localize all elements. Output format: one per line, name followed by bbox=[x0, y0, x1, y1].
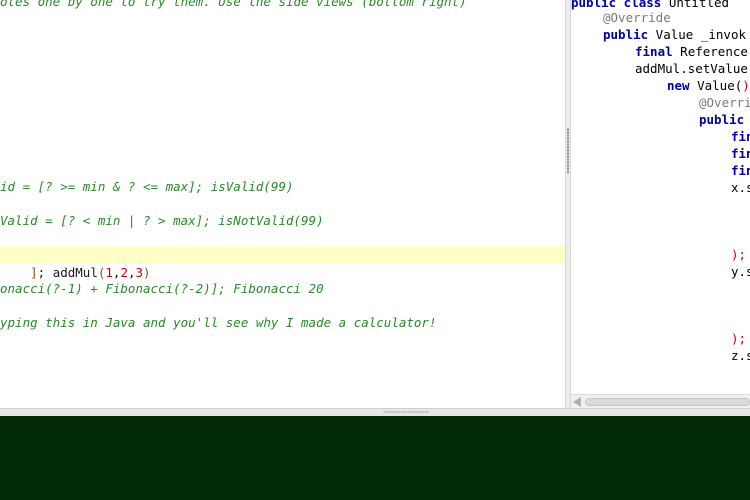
number-token: 2 bbox=[120, 265, 128, 280]
number-token: 3 bbox=[135, 265, 144, 280]
code-line: final Reference bbox=[635, 44, 748, 59]
scroll-left-arrow-icon[interactable] bbox=[573, 397, 581, 407]
code-line: @Override bbox=[603, 10, 671, 25]
code-line: fin bbox=[731, 163, 750, 178]
code-line: @Overri bbox=[699, 95, 750, 110]
splitter-grip-icon[interactable] bbox=[383, 411, 429, 413]
number-token: 1 bbox=[105, 265, 113, 280]
horizontal-splitter[interactable] bbox=[0, 408, 750, 416]
horizontal-scrollbar[interactable] bbox=[571, 394, 750, 408]
output-panel bbox=[0, 416, 750, 500]
code-line: addMul.setValue bbox=[635, 61, 748, 76]
comma-token: , bbox=[127, 265, 136, 280]
expression-line-addmul: ]; addMul(1,2,3) bbox=[0, 246, 565, 280]
comment-line-intro: otes one by one to try them. Use the sid… bbox=[0, 0, 467, 9]
splitter-grip-icon[interactable] bbox=[567, 128, 569, 174]
expression-line-isvalid: id = [? >= min & ? <= max]; isValid(99) bbox=[0, 179, 294, 194]
code-line: fin bbox=[731, 146, 750, 161]
paren-close-token: ) bbox=[143, 265, 151, 280]
scrollbar-thumb[interactable] bbox=[585, 398, 750, 406]
code-line: ); bbox=[731, 331, 747, 346]
code-line: x.s bbox=[731, 180, 750, 195]
code-line: ); bbox=[731, 247, 747, 262]
function-call-token: ; addMul bbox=[37, 265, 98, 280]
code-line: new Value() bbox=[667, 78, 750, 93]
code-line: public bbox=[699, 112, 745, 127]
bracket-token: ] bbox=[30, 265, 38, 280]
code-line: y.s bbox=[731, 264, 750, 279]
expression-line-isnotvalid: Valid = [? < min | ? > max]; isNotValid(… bbox=[0, 213, 324, 228]
expression-line-fibonacci: onacci(?-1) + Fibonacci(?-2)]; Fibonacci… bbox=[0, 281, 324, 296]
expression-editor[interactable]: otes one by one to try them. Use the sid… bbox=[0, 0, 565, 408]
code-line: public Value _invok bbox=[603, 27, 746, 42]
code-line: z.s bbox=[731, 348, 750, 363]
comment-line-java: yping this in Java and you'll see why I … bbox=[0, 315, 437, 330]
code-line: fin bbox=[731, 129, 750, 144]
java-code-view[interactable]: public class Untitled @Override public V… bbox=[571, 0, 750, 394]
